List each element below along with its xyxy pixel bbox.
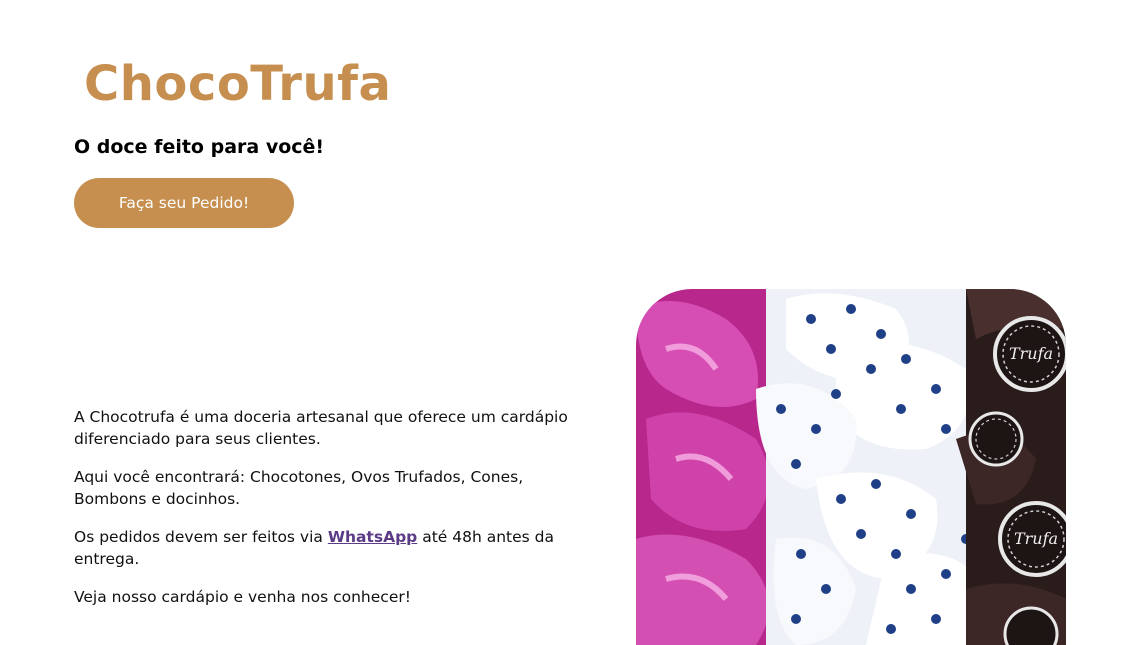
- about-paragraph-4: Veja nosso cardápio e venha nos conhecer…: [74, 588, 411, 606]
- truffles-illustration: Trufa Trufa: [636, 289, 1066, 645]
- whatsapp-link[interactable]: WhatsApp: [328, 528, 417, 546]
- trufa-seal: [1003, 606, 1059, 645]
- order-info-text: Os pedidos devem ser feitos via: [74, 528, 328, 546]
- seal-text: Trufa: [1014, 529, 1058, 548]
- trufa-seal: Trufa: [993, 316, 1066, 392]
- tagline: O doce feito para você!: [74, 136, 325, 158]
- trufa-seal: [968, 411, 1024, 467]
- truffles-photo: Trufa Trufa: [636, 289, 1066, 645]
- trufa-seal: Trufa: [998, 501, 1066, 577]
- brand-title: ChocoTrufa: [84, 56, 392, 112]
- order-button[interactable]: Faça seu Pedido!: [74, 178, 294, 228]
- about-paragraph-3: Os pedidos devem ser feitos via WhatsApp…: [74, 526, 594, 570]
- about-section: A Chocotrufa é uma doceria artesanal que…: [74, 406, 594, 624]
- seal-text: Trufa: [1009, 344, 1053, 363]
- about-paragraph-2: Aqui você encontrará: Chocotones, Ovos T…: [74, 468, 524, 508]
- about-paragraph-1: A Chocotrufa é uma doceria artesanal que…: [74, 408, 568, 448]
- page: ChocoTrufa O doce feito para você! Faça …: [0, 0, 1125, 645]
